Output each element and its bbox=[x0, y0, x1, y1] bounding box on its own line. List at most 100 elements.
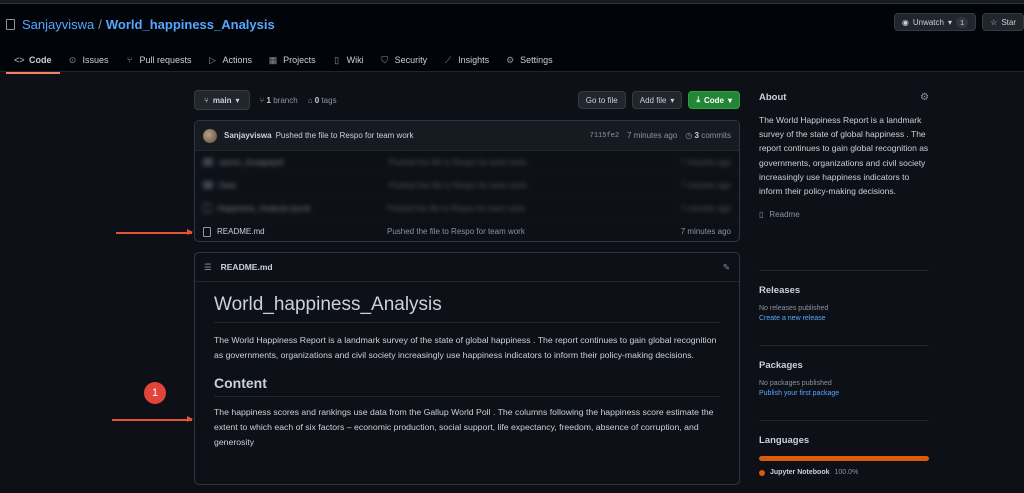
code-icon: <> bbox=[14, 55, 25, 65]
tab-wiki[interactable]: ▯ Wiki bbox=[324, 48, 372, 72]
tab-pull-requests[interactable]: ⑂ Pull requests bbox=[117, 48, 200, 72]
file-icon bbox=[203, 226, 211, 237]
repo-icon bbox=[6, 19, 15, 30]
tag-count: 0 bbox=[314, 95, 320, 105]
repo-owner-link[interactable]: Sanjayviswa bbox=[22, 17, 94, 32]
file-commit-message[interactable]: Pushed the file to Respo for team work bbox=[387, 227, 681, 236]
publish-package-link[interactable]: Publish your first package bbox=[759, 390, 929, 397]
chevron-down-icon: ▾ bbox=[727, 95, 732, 105]
annotation-arrow bbox=[112, 416, 193, 422]
language-item[interactable]: Jupyter Notebook 100.0% bbox=[759, 469, 929, 476]
list-icon[interactable]: ☰ bbox=[204, 262, 212, 273]
packages-heading[interactable]: Packages bbox=[759, 360, 929, 371]
chevron-down-icon: ▾ bbox=[235, 95, 240, 105]
tab-label: Insights bbox=[458, 55, 490, 65]
create-release-link[interactable]: Create a new release bbox=[759, 315, 929, 322]
unwatch-label: Unwatch bbox=[912, 17, 944, 27]
commits-link[interactable]: ◷ 3 commits bbox=[685, 131, 731, 140]
releases-heading[interactable]: Releases bbox=[759, 285, 929, 296]
star-button[interactable]: ☆ Star bbox=[982, 13, 1024, 31]
languages-heading: Languages bbox=[759, 435, 810, 446]
branch-count: 1 bbox=[266, 95, 271, 105]
file-time: 7 minutes ago bbox=[680, 157, 731, 167]
branch-select-button[interactable]: ⑂ main ▾ bbox=[194, 90, 250, 110]
folder-icon bbox=[203, 181, 213, 189]
book-icon: ▯ bbox=[759, 210, 764, 220]
file-row[interactable]: Data Pushed the file to Respo for team w… bbox=[195, 174, 739, 197]
file-commit-message[interactable]: Pushed the file to Respo for team work bbox=[389, 181, 681, 190]
star-label: Star bbox=[1001, 17, 1016, 27]
watch-count: 1 bbox=[955, 16, 969, 28]
tab-projects[interactable]: ▦ Projects bbox=[260, 48, 324, 72]
file-name[interactable]: Happiness_Analysis.ipynb bbox=[217, 204, 387, 213]
readme-filename: README.md bbox=[220, 262, 273, 272]
tab-label: Pull requests bbox=[139, 55, 192, 65]
commit-message[interactable]: Pushed the file to Respo for team work bbox=[276, 131, 414, 140]
about-section: About ⚙ The World Happiness Report is a l… bbox=[759, 92, 929, 219]
file-commit-message[interactable]: Pushed the file to Respo for team work bbox=[387, 204, 681, 213]
download-icon: ⤓ bbox=[696, 95, 700, 104]
avatar[interactable] bbox=[203, 128, 217, 143]
graph-icon: ⟋ bbox=[444, 54, 452, 65]
unwatch-button[interactable]: ◉ Unwatch ▾ 1 bbox=[893, 13, 977, 31]
repo-actions: ◉ Unwatch ▾ 1 ☆ Star bbox=[893, 13, 1024, 31]
file-row[interactable]: sports_rbudgetpdt Pushed the file to Res… bbox=[195, 151, 739, 174]
gear-icon: ⚙ bbox=[506, 54, 515, 65]
tab-security[interactable]: ⛉ Security bbox=[372, 48, 436, 72]
packages-section: Packages No packages published Publish y… bbox=[759, 345, 929, 397]
file-commit-message[interactable]: Pushed the file to Respo for team work bbox=[389, 158, 681, 167]
readme-panel: ☰ README.md ✎ World_happiness_Analysis T… bbox=[194, 252, 740, 485]
tags-link[interactable]: ⌂ 0 tags bbox=[308, 96, 337, 105]
language-bar bbox=[759, 456, 929, 461]
star-icon: ☆ bbox=[990, 17, 998, 27]
branch-tag-meta: ⑂ 1 branch ⌂ 0 tags bbox=[260, 96, 337, 105]
about-heading-text: About bbox=[759, 92, 787, 103]
language-name: Jupyter Notebook bbox=[770, 469, 830, 476]
repo-title: Sanjayviswa / World_happiness_Analysis bbox=[6, 17, 275, 32]
tab-insights[interactable]: ⟋ Insights bbox=[435, 48, 497, 72]
file-name[interactable]: README.md bbox=[217, 227, 387, 236]
eye-icon: ◉ bbox=[901, 17, 909, 27]
commit-sha[interactable]: 7115fe2 bbox=[590, 132, 619, 140]
commit-meta: 7115fe2 7 minutes ago ◷ 3 commits bbox=[590, 131, 731, 140]
pencil-icon[interactable]: ✎ bbox=[723, 262, 730, 273]
packages-status: No packages published bbox=[759, 380, 832, 387]
releases-status: No releases published bbox=[759, 305, 829, 312]
branch-icon: ⑂ bbox=[204, 95, 209, 105]
repo-header: Sanjayviswa / World_happiness_Analysis ◉… bbox=[0, 4, 1024, 74]
tag-word: tags bbox=[321, 95, 337, 105]
tab-label: Security bbox=[394, 55, 428, 65]
file-row[interactable]: Happiness_Analysis.ipynb Pushed the file… bbox=[195, 197, 739, 220]
commit-author[interactable]: Sanjayviswa bbox=[224, 131, 272, 140]
repo-name-link[interactable]: World_happiness_Analysis bbox=[106, 17, 275, 32]
file-name[interactable]: Data bbox=[219, 181, 389, 190]
tab-label: Code bbox=[29, 55, 52, 65]
file-name[interactable]: sports_rbudgetpdt bbox=[219, 158, 389, 167]
code-button[interactable]: ⤓ Code ▾ bbox=[688, 91, 740, 109]
commit-count: 3 bbox=[694, 131, 699, 140]
tab-settings[interactable]: ⚙ Settings bbox=[497, 48, 561, 72]
branch-name: main bbox=[212, 95, 232, 105]
chevron-down-icon: ▾ bbox=[947, 17, 952, 27]
go-to-file-button[interactable]: Go to file bbox=[577, 91, 626, 109]
branches-link[interactable]: ⑂ 1 branch bbox=[260, 96, 298, 105]
about-heading: About ⚙ bbox=[759, 92, 929, 103]
repo-tabs: <> Code ⊙ Issues ⑂ Pull requests ▷ Actions ▦… bbox=[6, 48, 561, 74]
book-icon: ▯ bbox=[334, 54, 340, 65]
gear-icon[interactable]: ⚙ bbox=[920, 92, 929, 103]
tab-label: Issues bbox=[82, 55, 109, 65]
annotation-arrow bbox=[116, 229, 193, 235]
file-row-readme[interactable]: README.md Pushed the file to Respo for t… bbox=[195, 220, 739, 241]
tab-code[interactable]: <> Code bbox=[6, 48, 60, 74]
add-file-button[interactable]: Add file ▾ bbox=[631, 91, 683, 109]
play-icon: ▷ bbox=[209, 54, 216, 65]
tab-issues[interactable]: ⊙ Issues bbox=[60, 48, 117, 72]
chevron-down-icon: ▾ bbox=[670, 95, 675, 105]
readme-link[interactable]: ▯ Readme bbox=[759, 210, 929, 219]
readme-body: World_happiness_Analysis The World Happi… bbox=[195, 282, 739, 450]
about-description: The World Happiness Report is a landmark… bbox=[759, 115, 929, 197]
language-color-dot bbox=[759, 469, 765, 476]
tab-actions[interactable]: ▷ Actions bbox=[200, 48, 261, 72]
pull-request-icon: ⑂ bbox=[126, 55, 133, 65]
readme-content-heading: Content bbox=[214, 375, 720, 397]
